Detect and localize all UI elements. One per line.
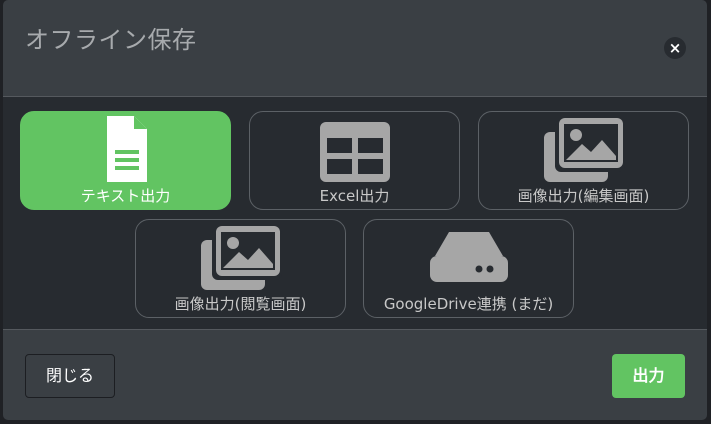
table-icon: [319, 122, 390, 182]
dialog-title: オフライン保存: [25, 26, 197, 54]
option-label: 画像出力(編集画面): [517, 187, 650, 205]
option-image-export-edit[interactable]: 画像出力(編集画面): [478, 111, 689, 210]
hard-drive-icon: [429, 232, 508, 282]
option-label: GoogleDrive連携 (まだ): [383, 295, 554, 313]
option-label: 画像出力(閲覧画面): [174, 295, 307, 313]
option-image-export-view[interactable]: 画像出力(閲覧画面): [135, 219, 346, 318]
images-icon: [543, 118, 625, 182]
export-options: テキスト出力 Excel出力 画像出力(編集画面) 画像出力(閲覧画面) Goo…: [3, 97, 707, 330]
output-button[interactable]: 出力: [612, 354, 685, 398]
option-text-export[interactable]: テキスト出力: [20, 111, 231, 210]
option-excel-export[interactable]: Excel出力: [249, 111, 460, 210]
option-label: テキスト出力: [80, 187, 171, 205]
file-text-icon: [106, 116, 147, 182]
dialog-header: オフライン保存 ×: [3, 0, 707, 97]
dialog-footer: 閉じる 出力: [3, 330, 707, 420]
option-googledrive[interactable]: GoogleDrive連携 (まだ): [363, 219, 574, 318]
offline-save-dialog: オフライン保存 × テキスト出力 Excel出力 画像出力(編集画面) 画像出力…: [3, 0, 707, 420]
close-icon[interactable]: ×: [664, 37, 686, 59]
close-button[interactable]: 閉じる: [25, 354, 115, 398]
images-icon: [200, 226, 282, 290]
option-label: Excel出力: [319, 187, 390, 205]
